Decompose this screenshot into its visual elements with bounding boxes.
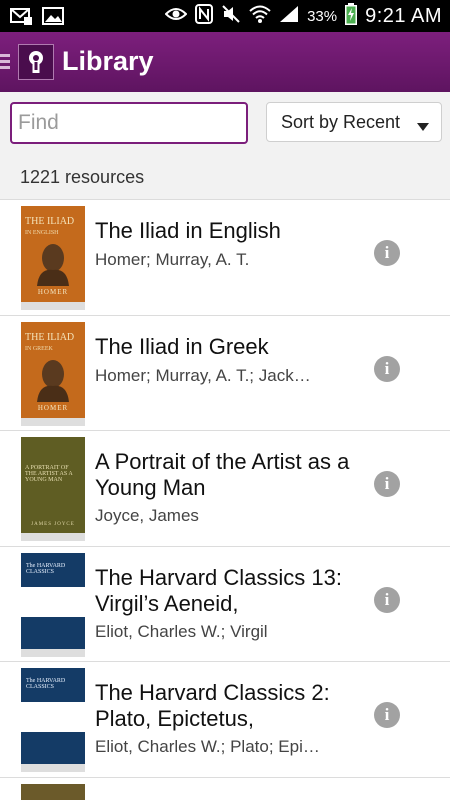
info-icon[interactable]: i [374,471,400,497]
list-item[interactable]: The HARVARD CLASSICS The Harvard Classic… [0,545,450,661]
list-item[interactable]: A PORTRAIT OF THE ARTIST AS A YOUNG MAN … [0,430,450,546]
sort-dropdown[interactable]: Sort by Recent [266,102,442,142]
cover-image-strip [21,586,85,617]
list-item[interactable]: THE ILIAD IN GREEK HOMER The Iliad in Gr… [0,314,450,430]
cover-progress-bar [21,764,85,772]
wifi-icon [249,5,271,28]
resource-author: Homer; Murray, A. T. [95,250,250,269]
resource-author: Joyce, James [95,506,199,525]
resource-author: Homer; Murray, A. T.; Jack… [95,365,311,385]
resource-title: A Portrait of the Artist as a Young Man [95,449,350,500]
bust-image-icon [37,359,69,402]
cover-author: JAMES JOYCE [31,522,75,527]
resource-title: The Harvard Classics 2: Plato, Epictetus… [95,680,330,731]
list-item[interactable]: THE ILIAD IN ENGLISH HOMER The Iliad in … [0,199,450,315]
status-bar: 33% 9:21 AM [0,0,450,32]
list-item-partial[interactable] [0,776,450,800]
cover-progress-bar [21,648,85,657]
cover-author: HOMER [37,288,69,296]
list-item[interactable]: The HARVARD CLASSICS The Harvard Classic… [0,661,450,777]
mail-notification-icon [10,6,32,31]
resource-title: The Harvard Classics 13: Virgil’s Aeneid… [95,564,342,616]
cover-title: THE ILIAD [25,216,75,227]
app-logo-icon[interactable] [18,44,54,80]
resource-author: Eliot, Charles W.; Plato; Epi… [95,737,320,756]
clock: 9:21 AM [365,4,442,27]
sort-selected-label: Sort by Recent [281,111,401,132]
resource-title: The Iliad in Greek [95,333,269,359]
book-cover: THE ILIAD IN ENGLISH HOMER [21,206,85,302]
cover-author: HOMER [37,403,69,412]
nfc-icon [195,3,214,29]
search-input[interactable] [10,102,248,144]
info-icon[interactable]: i [374,355,400,382]
eye-icon [164,6,188,27]
cover-progress-bar [21,302,85,310]
cover-title: The HARVARD CLASSICS [26,562,66,575]
cover-title: A PORTRAIT OF THE ARTIST AS A YOUNG MAN [25,465,73,483]
signal-icon [279,5,299,28]
book-cover [21,783,85,800]
cover-title: The HARVARD CLASSICS [26,678,66,690]
cover-title: THE ILIAD [25,331,75,343]
battery-charging-icon [345,2,358,30]
resource-title: The Iliad in English [95,218,281,243]
resource-author: Eliot, Charles W.; Virgil [95,621,268,641]
mute-icon [221,4,241,29]
book-cover: A PORTRAIT OF THE ARTIST AS A YOUNG MAN … [21,437,85,533]
dropdown-arrow-icon [417,118,429,136]
cover-subtitle: IN GREEK [25,345,53,352]
cover-subtitle: IN ENGLISH [25,230,59,236]
app-bar: Library [0,32,450,92]
notification-icons [10,6,64,31]
book-cover: THE ILIAD IN GREEK HOMER [21,321,85,418]
resource-list: THE ILIAD IN ENGLISH HOMER The Iliad in … [0,199,450,800]
info-icon[interactable]: i [374,240,400,266]
cover-progress-bar [21,417,85,426]
drawer-menu-icon[interactable] [0,54,10,72]
book-cover: The HARVARD CLASSICS [21,668,85,764]
bust-image-icon [37,244,69,286]
resource-count: 1221 resources [20,167,145,187]
info-icon[interactable]: i [374,702,400,728]
info-icon[interactable]: i [374,586,400,613]
cover-image-strip [21,702,85,732]
battery-percent: 33% [307,7,338,25]
image-notification-icon [42,6,64,31]
book-cover: The HARVARD CLASSICS [21,552,85,649]
cover-progress-bar [21,533,85,541]
page-title: Library [62,46,154,76]
